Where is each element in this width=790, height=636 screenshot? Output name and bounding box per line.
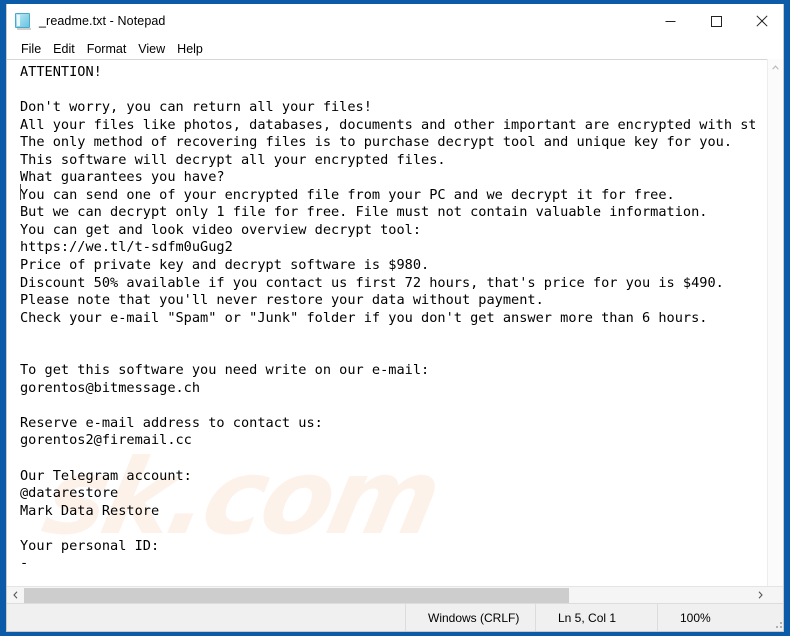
menu-item-help[interactable]: Help [171, 41, 209, 57]
menu-item-format[interactable]: Format [81, 41, 133, 57]
vertical-scrollbar[interactable] [767, 59, 783, 604]
maximize-icon [710, 15, 722, 27]
text-caret [20, 184, 21, 200]
status-bar: Windows (CRLF) Ln 5, Col 1 100% [7, 603, 783, 632]
status-line-ending[interactable]: Windows (CRLF) [405, 603, 535, 631]
status-spacer [7, 604, 405, 632]
scroll-right-button[interactable] [752, 587, 768, 603]
minimize-icon [665, 20, 675, 22]
close-button[interactable] [739, 4, 783, 38]
menu-item-view[interactable]: View [132, 41, 171, 57]
status-zoom-level[interactable]: 100% [657, 603, 767, 631]
resize-grip[interactable] [767, 604, 783, 632]
menu-bar: File Edit Format View Help [7, 38, 783, 59]
editor-area[interactable]: sk.com ATTENTION! Don't worry, you can r… [7, 59, 783, 604]
horizontal-scrollbar-thumb[interactable] [24, 588, 569, 603]
minimize-button[interactable] [647, 4, 693, 38]
notepad-icon [15, 12, 32, 30]
window-title: _readme.txt - Notepad [39, 14, 166, 28]
menu-item-file[interactable]: File [15, 41, 47, 57]
window-controls [647, 4, 783, 38]
chevron-up-icon [772, 64, 779, 70]
scroll-up-button[interactable] [768, 59, 783, 75]
window-client-area: _readme.txt - Notepad File Edit Format V… [6, 4, 784, 632]
notepad-window: _readme.txt - Notepad File Edit Format V… [0, 0, 790, 636]
scroll-left-button[interactable] [7, 587, 23, 603]
chevron-right-icon [758, 591, 763, 599]
chevron-left-icon [12, 591, 17, 599]
horizontal-scrollbar[interactable] [7, 586, 783, 603]
status-cursor-position[interactable]: Ln 5, Col 1 [535, 603, 657, 631]
menu-item-edit[interactable]: Edit [47, 41, 81, 57]
notepad-text-content[interactable]: ATTENTION! Don't worry, you can return a… [7, 60, 755, 604]
maximize-button[interactable] [693, 4, 739, 38]
title-bar[interactable]: _readme.txt - Notepad [7, 4, 783, 38]
close-icon [756, 15, 768, 27]
